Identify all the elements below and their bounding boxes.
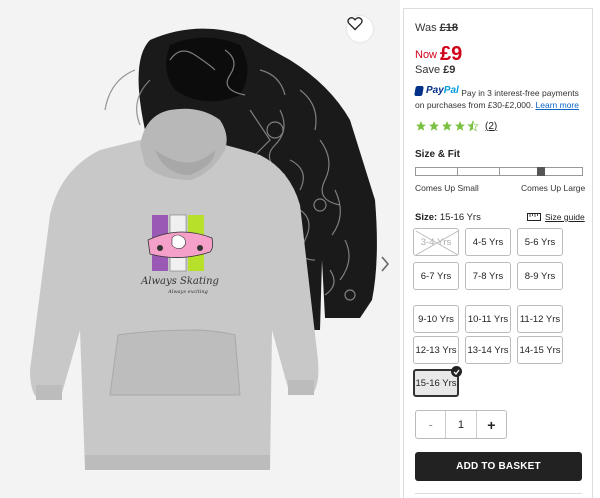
was-price: Was £18 xyxy=(415,22,458,34)
now-value: £9 xyxy=(440,43,463,65)
quantity-increase-button[interactable]: + xyxy=(475,411,506,438)
paypal-learn-more-link[interactable]: Learn more xyxy=(536,100,579,110)
size-option-14-15[interactable]: 14-15 Yrs xyxy=(517,336,563,364)
now-price: Now £9 xyxy=(415,41,463,65)
star-full-icon xyxy=(416,121,426,131)
size-option-label: 5-6 Yrs xyxy=(524,236,556,248)
fit-scale-tick xyxy=(499,168,500,175)
size-option-label: 14-15 Yrs xyxy=(519,344,561,356)
size-option-7-8[interactable]: 7-8 Yrs xyxy=(465,262,511,290)
product-image-gallery[interactable]: Always Skating Always exciting xyxy=(0,0,400,498)
now-label: Now xyxy=(415,49,438,61)
paypal-message: Pay Pal Pay in 3 interest-free payments o… xyxy=(414,85,587,111)
star-full-icon xyxy=(429,121,439,131)
size-label: Size: xyxy=(415,212,438,223)
size-option-4-5[interactable]: 4-5 Yrs xyxy=(465,228,511,256)
size-option-9-10[interactable]: 9-10 Yrs xyxy=(413,305,459,333)
size-option-label: 15-16 Yrs xyxy=(415,377,457,389)
next-image-button[interactable] xyxy=(380,255,396,279)
quantity-value[interactable]: 1 xyxy=(446,411,475,438)
size-guide-text: Size guide xyxy=(545,212,585,222)
add-to-basket-button[interactable]: ADD TO BASKET xyxy=(415,452,582,481)
fit-large-label: Comes Up Large xyxy=(521,183,586,193)
star-full-icon xyxy=(455,121,465,131)
paypal-logo-pay: Pay xyxy=(426,85,444,96)
size-option-15-16[interactable]: 15-16 Yrs xyxy=(413,366,462,397)
size-option-label: 4-5 Yrs xyxy=(472,236,504,248)
paypal-logo-pal: Pal xyxy=(443,85,459,96)
size-option-label: 12-13 Yrs xyxy=(415,344,457,356)
product-info-panel: Was £18 Now £9 Save £9 Pay Pal Pay in 3 in… xyxy=(403,8,593,498)
size-fit-title: Size & Fit xyxy=(415,149,461,160)
size-option-6-7[interactable]: 6-7 Yrs xyxy=(413,262,459,290)
size-option-13-14[interactable]: 13-14 Yrs xyxy=(465,336,511,364)
fit-scale-tick xyxy=(457,168,458,175)
size-header: Size: 15-16 Yrs xyxy=(415,212,481,223)
selected-size-text: 15-16 Yrs xyxy=(439,212,481,223)
quantity-decrease-button[interactable]: - xyxy=(416,411,447,438)
size-option-8-9[interactable]: 8-9 Yrs xyxy=(517,262,563,290)
star-half-icon xyxy=(467,120,479,132)
print-main-text: Always Skating xyxy=(140,276,219,287)
size-option-10-11[interactable]: 10-11 Yrs xyxy=(465,305,511,333)
star-rating xyxy=(415,120,479,132)
size-option-label: 9-10 Yrs xyxy=(418,313,454,325)
quantity-stepper: - 1 + xyxy=(415,410,507,439)
size-guide-link[interactable]: Size guide xyxy=(527,212,585,222)
review-count-link[interactable]: (2) xyxy=(485,121,497,132)
size-option-label: 11-12 Yrs xyxy=(519,313,561,325)
size-option-12-13[interactable]: 12-13 Yrs xyxy=(413,336,459,364)
size-option-label: 6-7 Yrs xyxy=(420,270,452,282)
save-amount: Save £9 xyxy=(415,64,455,76)
chevron-right-icon xyxy=(381,256,390,272)
product-rating[interactable]: (2) xyxy=(415,120,497,132)
unavailable-cross-icon xyxy=(415,230,459,256)
save-label: Save xyxy=(415,64,441,76)
was-label: Was xyxy=(415,22,437,34)
size-fit-scale xyxy=(415,167,583,176)
paypal-logo: Pay Pal xyxy=(414,85,459,97)
size-option-label: 8-9 Yrs xyxy=(524,270,556,282)
selected-check-icon xyxy=(451,366,462,377)
product-image: Always Skating Always exciting xyxy=(30,28,377,470)
paypal-icon xyxy=(414,86,424,96)
wishlist-button[interactable] xyxy=(347,16,373,42)
heart-outline-icon xyxy=(347,16,363,31)
size-option-5-6[interactable]: 5-6 Yrs xyxy=(517,228,563,256)
fit-small-label: Comes Up Small xyxy=(415,183,479,193)
size-option-label: 7-8 Yrs xyxy=(472,270,504,282)
star-full-icon xyxy=(442,121,452,131)
save-value: £9 xyxy=(443,64,456,76)
size-option-11-12[interactable]: 11-12 Yrs xyxy=(517,305,563,333)
ruler-icon xyxy=(527,213,541,221)
was-value: £18 xyxy=(439,22,459,34)
size-option-label: 13-14 Yrs xyxy=(467,344,509,356)
size-option-label: 10-11 Yrs xyxy=(467,313,509,325)
divider xyxy=(415,493,582,494)
print-sub-text: Always exciting xyxy=(167,289,208,295)
size-option-3-4: 3-4 Yrs xyxy=(413,228,459,256)
fit-scale-marker xyxy=(537,167,545,176)
